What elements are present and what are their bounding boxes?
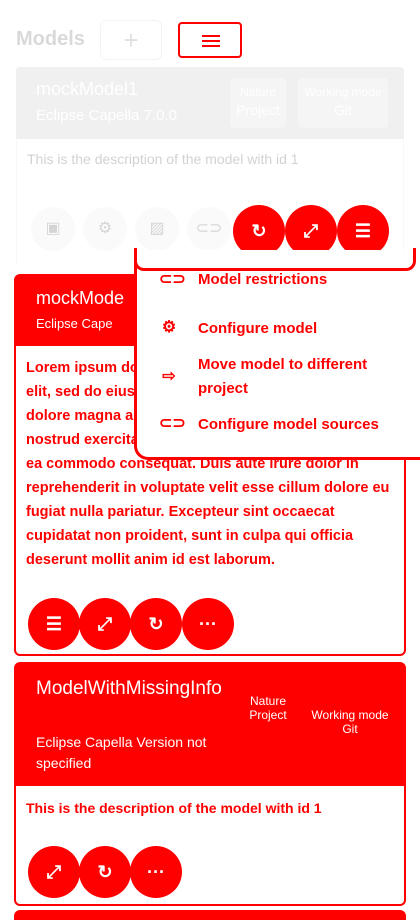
settings-icon[interactable]: ⚙ <box>83 207 127 251</box>
export-icon: ☰ <box>45 614 63 634</box>
model-description: This is the description of the model wit… <box>27 151 299 167</box>
menu-item-configure-sources[interactable]: Configure model sources <box>198 413 379 437</box>
model-version: Eclipse Cape <box>36 316 113 331</box>
image-icon[interactable]: ▨ <box>135 207 179 251</box>
menu-button[interactable] <box>178 22 242 58</box>
menu-item-configure-model[interactable]: Configure model <box>198 317 317 341</box>
open-external-icon: ⤢ <box>97 614 113 634</box>
link-icon: ⊂⊃ <box>159 271 186 288</box>
sync-icon: ↻ <box>251 221 267 241</box>
working-mode-chip: Working mode Git <box>311 708 389 736</box>
move-folder-icon: ⇨ <box>162 368 176 385</box>
working-mode-chip: Working mode Git <box>298 78 388 128</box>
diagram-icon[interactable]: ▣ <box>31 207 75 251</box>
sync-button[interactable]: ↻ <box>130 598 182 650</box>
more-button[interactable]: ··· <box>130 846 182 898</box>
model-card-4 <box>14 910 406 920</box>
model-name: mockModel1 <box>36 79 139 99</box>
model-version: Eclipse Capella 7.0.0 <box>36 107 177 124</box>
model-actions-menu: ⊂⊃ Model restrictions ⚙ Configure model … <box>134 248 420 460</box>
model-card-header: mockModel1 Eclipse Capella 7.0.0 Nature … <box>16 67 404 139</box>
link-icon: ⊂⊃ <box>159 415 186 432</box>
page-title: Models <box>16 28 85 50</box>
menu-item-move-model[interactable]: Move model to different project <box>198 353 408 401</box>
open-external-icon: ⤢ <box>46 862 62 882</box>
add-model-button[interactable]: + <box>100 20 162 60</box>
model-card-3: ModelWithMissingInfo Eclipse Capella Ver… <box>14 662 406 906</box>
model-name: ModelWithMissingInfo <box>36 678 222 699</box>
model-version: Eclipse Capella Version not specified <box>36 734 207 771</box>
nature-chip: Nature Project <box>249 694 287 722</box>
link-icon[interactable]: ⊂⊃ <box>187 207 231 251</box>
open-external-icon: ⤢ <box>303 221 319 241</box>
model-name: mockMode <box>36 288 125 308</box>
model-card-header: ModelWithMissingInfo Eclipse Capella Ver… <box>16 664 404 786</box>
export-icon: ☰ <box>354 221 372 241</box>
sync-button[interactable]: ↻ <box>79 846 131 898</box>
menu-item-model-restrictions[interactable]: Model restrictions <box>198 268 327 292</box>
export-button[interactable]: ☰ <box>28 598 80 650</box>
sync-icon: ↻ <box>97 862 113 882</box>
model-description: This is the description of the model wit… <box>26 800 322 816</box>
sync-icon: ↻ <box>148 614 164 634</box>
open-button[interactable]: ⤢ <box>28 846 80 898</box>
nature-chip: Nature Project <box>230 78 286 128</box>
open-button[interactable]: ⤢ <box>79 598 131 650</box>
more-button[interactable]: ··· <box>182 598 234 650</box>
menu-icon <box>202 35 220 37</box>
gear-icon: ⚙ <box>161 319 177 336</box>
